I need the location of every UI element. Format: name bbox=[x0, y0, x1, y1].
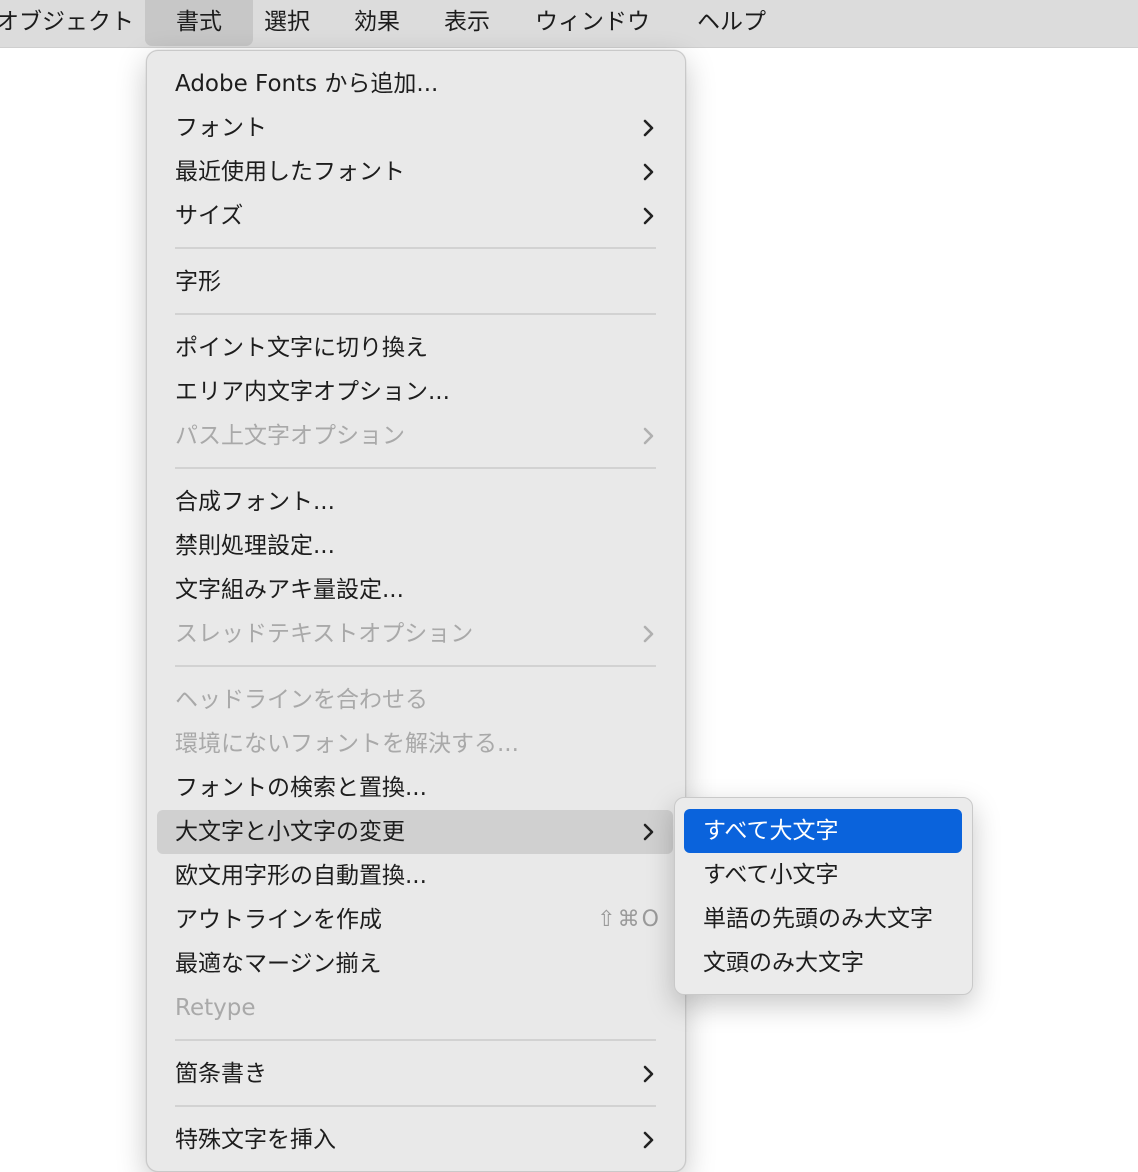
menu-separator bbox=[175, 467, 656, 469]
chevron-right-icon bbox=[643, 1131, 654, 1149]
change-case-submenu: すべて大文字 すべて小文字 単語の先頭のみ大文字 文頭のみ大文字 bbox=[674, 797, 973, 995]
menu-item-composite-fonts[interactable]: 合成フォント... bbox=[157, 480, 673, 524]
menu-item-label: Adobe Fonts から追加... bbox=[175, 71, 439, 97]
menubar-item-select[interactable]: 選択 bbox=[264, 0, 310, 47]
menubar-item-object[interactable]: オブジェクト bbox=[0, 0, 134, 47]
menu-item-label: ポイント文字に切り換え bbox=[175, 335, 428, 361]
menu-item-fit-headline: ヘッドラインを合わせる bbox=[157, 678, 673, 722]
menu-item-label: 文字組みアキ量設定... bbox=[175, 577, 404, 603]
menu-item-mojikumi-settings[interactable]: 文字組みアキ量設定... bbox=[157, 568, 673, 612]
chevron-right-icon bbox=[643, 823, 654, 841]
submenu-item-lowercase[interactable]: すべて小文字 bbox=[684, 853, 962, 897]
submenu-item-label: すべて大文字 bbox=[703, 818, 839, 844]
submenu-item-title-case[interactable]: 単語の先頭のみ大文字 bbox=[684, 897, 962, 941]
menu-item-threaded-text-options: スレッドテキストオプション bbox=[157, 612, 673, 656]
submenu-item-uppercase[interactable]: すべて大文字 bbox=[684, 809, 962, 853]
keyboard-shortcut: ⇧⌘O bbox=[597, 907, 661, 932]
menu-item-label: 箇条書き bbox=[175, 1061, 267, 1087]
menu-item-label: 特殊文字を挿入 bbox=[175, 1127, 336, 1153]
submenu-item-label: 単語の先頭のみ大文字 bbox=[703, 906, 933, 932]
menu-separator bbox=[175, 313, 656, 315]
menubar-item-effect[interactable]: 効果 bbox=[354, 0, 400, 47]
menu-item-glyphs[interactable]: 字形 bbox=[157, 260, 673, 304]
menu-item-find-replace-font[interactable]: フォントの検索と置換... bbox=[157, 766, 673, 810]
menu-item-area-type-options[interactable]: エリア内文字オプション... bbox=[157, 370, 673, 414]
menu-item-label: フォントの検索と置換... bbox=[175, 775, 427, 801]
menu-item-label: 合成フォント... bbox=[175, 489, 335, 515]
menu-item-label: 字形 bbox=[175, 269, 221, 295]
submenu-item-label: 文頭のみ大文字 bbox=[703, 950, 864, 976]
menu-item-label: 大文字と小文字の変更 bbox=[175, 819, 405, 845]
menu-item-retype: Retype bbox=[157, 986, 673, 1030]
menubar-item-type[interactable]: 書式 bbox=[145, 0, 253, 46]
menubar-item-help[interactable]: ヘルプ bbox=[697, 0, 766, 47]
chevron-right-icon bbox=[643, 1065, 654, 1083]
menu-item-create-outlines[interactable]: アウトラインを作成 ⇧⌘O bbox=[157, 898, 673, 942]
menubar-item-view[interactable]: 表示 bbox=[444, 0, 490, 47]
menu-item-font[interactable]: フォント bbox=[157, 106, 673, 150]
menu-item-label: スレッドテキストオプション bbox=[175, 621, 474, 647]
submenu-item-label: すべて小文字 bbox=[703, 862, 839, 888]
menu-item-label: サイズ bbox=[175, 203, 244, 229]
menu-item-label: 環境にないフォントを解決する... bbox=[175, 731, 519, 757]
menu-item-smart-punctuation[interactable]: 欧文用字形の自動置換... bbox=[157, 854, 673, 898]
chevron-right-icon bbox=[643, 427, 654, 445]
submenu-item-sentence-case[interactable]: 文頭のみ大文字 bbox=[684, 941, 962, 985]
menu-item-label: パス上文字オプション bbox=[175, 423, 405, 449]
menu-item-resolve-missing-fonts: 環境にないフォントを解決する... bbox=[157, 722, 673, 766]
chevron-right-icon bbox=[643, 207, 654, 225]
menu-item-insert-special-character[interactable]: 特殊文字を挿入 bbox=[157, 1118, 673, 1162]
menu-item-label: 最近使用したフォント bbox=[175, 159, 405, 185]
type-menu-dropdown: Adobe Fonts から追加... フォント 最近使用したフォント サイズ … bbox=[146, 50, 686, 1172]
chevron-right-icon bbox=[643, 119, 654, 137]
chevron-right-icon bbox=[643, 163, 654, 181]
menubar-item-window[interactable]: ウィンドウ bbox=[535, 0, 650, 47]
menu-separator bbox=[175, 665, 656, 667]
menu-item-convert-to-point-type[interactable]: ポイント文字に切り換え bbox=[157, 326, 673, 370]
menu-item-label: 欧文用字形の自動置換... bbox=[175, 863, 427, 889]
menu-item-label: ヘッドラインを合わせる bbox=[175, 687, 428, 713]
menu-item-label: エリア内文字オプション... bbox=[175, 379, 450, 405]
menu-item-change-case[interactable]: 大文字と小文字の変更 bbox=[157, 810, 673, 854]
menu-item-label: 禁則処理設定... bbox=[175, 533, 335, 559]
menu-item-label: フォント bbox=[175, 115, 267, 141]
menu-separator bbox=[175, 1039, 656, 1041]
menu-separator bbox=[175, 247, 656, 249]
menu-item-label: Retype bbox=[175, 995, 256, 1021]
menu-item-optical-margin-alignment[interactable]: 最適なマージン揃え bbox=[157, 942, 673, 986]
menu-item-bullets-numbering[interactable]: 箇条書き bbox=[157, 1052, 673, 1096]
menu-separator bbox=[175, 1105, 656, 1107]
menu-item-label: 最適なマージン揃え bbox=[175, 951, 382, 977]
chevron-right-icon bbox=[643, 625, 654, 643]
menu-item-kinsoku-settings[interactable]: 禁則処理設定... bbox=[157, 524, 673, 568]
menu-item-size[interactable]: サイズ bbox=[157, 194, 673, 238]
menu-item-recent-fonts[interactable]: 最近使用したフォント bbox=[157, 150, 673, 194]
menu-item-type-on-path-options: パス上文字オプション bbox=[157, 414, 673, 458]
menu-bar: オブジェクト 書式 選択 効果 表示 ウィンドウ ヘルプ bbox=[0, 0, 1138, 48]
menu-item-label: アウトラインを作成 bbox=[175, 907, 382, 933]
menu-item-add-from-adobe-fonts[interactable]: Adobe Fonts から追加... bbox=[157, 62, 673, 106]
